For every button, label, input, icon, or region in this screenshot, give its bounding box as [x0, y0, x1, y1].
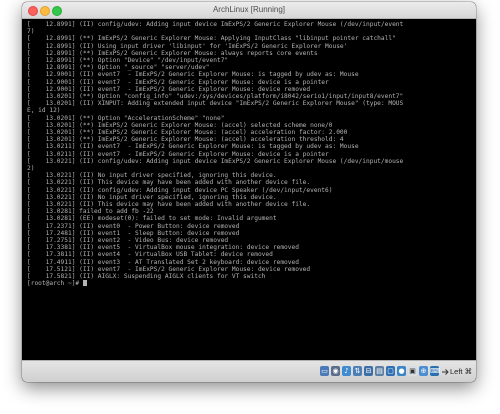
- console-line: [ 13.0211] (II) event7 - ImExPS/2 Generi…: [27, 143, 359, 151]
- console-line: [ 12.9001] (II) event7 - ImExPS/2 Generi…: [27, 78, 329, 86]
- console-line: [ 13.0221] (II) This device may have bee…: [27, 201, 311, 208]
- display-icon[interactable]: ▢: [386, 366, 395, 376]
- vm-console-screen[interactable]: [ 12.8991] (II) config/udev: Adding inpu…: [22, 19, 476, 360]
- console-line: [ 13.0221] (II) config/udev: Adding inpu…: [27, 186, 333, 194]
- console-line: [ 13.0201] (**) ImExPS/2 Generic Explore…: [27, 136, 344, 144]
- console-line: [ 12.9001] (II) event7 - ImExPS/2 Generi…: [27, 71, 359, 79]
- console-line: 7): [27, 28, 35, 36]
- console-line: [ 17.4911] (II) event3 - AT Translated S…: [27, 258, 299, 266]
- console-line: [ 12.9001] (II) event7 - ImExPS/2 Generi…: [27, 85, 311, 93]
- console-line: [ 12.8991] (**) Option "_source" "server…: [27, 64, 210, 72]
- console-line: [ 12.8991] (**) Option "Device" "/dev/in…: [27, 57, 229, 64]
- audio-icon[interactable]: ♪: [342, 366, 351, 376]
- host-key-arrow-icon: [442, 369, 449, 375]
- shared-folders-icon[interactable]: ▤: [375, 366, 384, 376]
- console-line: [ 12.8991] (II) Using input driver 'libi…: [27, 42, 348, 50]
- console-line: [ 12.8991] (II) config/udev: Adding inpu…: [27, 21, 404, 28]
- console-line: [ 13.0201] (II) XINPUT: Adding extended …: [27, 100, 404, 108]
- console-line: [ 17.2751] (II) event2 - Video Bus: devi…: [27, 237, 229, 244]
- console-line: [ 13.0281] failed to add fb -22: [27, 208, 154, 216]
- keyboard-icon[interactable]: ⌨: [430, 366, 440, 376]
- virtualbox-window: ArchLinux [Running] [ 12.8991] (II) conf…: [22, 2, 476, 382]
- console-line: [ 13.0221] (II) No input driver specifie…: [27, 193, 277, 201]
- video-capture-icon[interactable]: ●: [397, 366, 406, 376]
- console-line: [ 13.0201] (**) ImExPS/2 Generic Explore…: [27, 121, 333, 129]
- hard-disk-icon[interactable]: ▭: [320, 366, 329, 376]
- usb-icon[interactable]: ⊟: [364, 366, 373, 376]
- console-line: [ 13.0201] (**) ImExPS/2 Generic Explore…: [27, 129, 348, 136]
- console-line: [ 13.0221] (II) This device may have bee…: [27, 179, 311, 187]
- console-line: [ 17.5821] (II) AIGLX: Suspending AIGLX …: [27, 273, 266, 280]
- console-line: [ 13.0201] (**) Option "config_info" "ud…: [27, 93, 404, 100]
- cpu-icon[interactable]: ▣: [408, 366, 417, 376]
- console-line: [ 13.0221] (II) No input driver specifie…: [27, 172, 277, 180]
- network-icon[interactable]: ⇅: [353, 366, 362, 376]
- console-line: [ 17.3381] (II) event5 - VirtualBox mous…: [27, 244, 299, 252]
- status-bar: ⌨ ⊕ ▣ ● ▢ ▤ ⊟ ⇅ ♪ ◉ ▭ Left ⌘: [22, 360, 476, 382]
- console-line: [ 17.2371] (II) event0 - Power Button: d…: [27, 222, 240, 230]
- console-line: [ 13.0281] (EE) modeset(0): failed to se…: [27, 215, 277, 223]
- console-line: [ 17.2481] (II) event1 - Sleep Button: d…: [27, 229, 240, 237]
- optical-drive-icon[interactable]: ◉: [331, 366, 340, 376]
- console-line: 2): [27, 165, 35, 172]
- mouse-integration-icon[interactable]: ⊕: [419, 366, 428, 376]
- console-line: [ 13.0221] (II) config/udev: Adding inpu…: [27, 157, 404, 165]
- console-line: [ 12.8991] (**) ImExPS/2 Generic Explore…: [27, 35, 396, 43]
- console-line: [ 13.0201] (**) Option "AccelerationSche…: [27, 114, 225, 122]
- console-line: [ 12.8991] (**) ImExPS/2 Generic Explore…: [27, 49, 318, 57]
- console-line: [ 17.5121] (II) event7 - ImExPS/2 Generi…: [27, 265, 311, 273]
- shell-prompt: [root@arch ~]#: [27, 280, 87, 287]
- console-line: [ 17.3811] (II) event4 - VirtualBox USB …: [27, 251, 273, 259]
- console-line: E, id 12): [27, 107, 61, 115]
- console-line: [ 13.0211] (II) event7 - ImExPS/2 Generi…: [27, 150, 329, 158]
- window-title: ArchLinux [Running]: [212, 5, 286, 14]
- host-key-label[interactable]: Left ⌘: [450, 366, 472, 377]
- title-bar[interactable]: ArchLinux [Running]: [22, 2, 476, 19]
- text-cursor: [82, 280, 87, 287]
